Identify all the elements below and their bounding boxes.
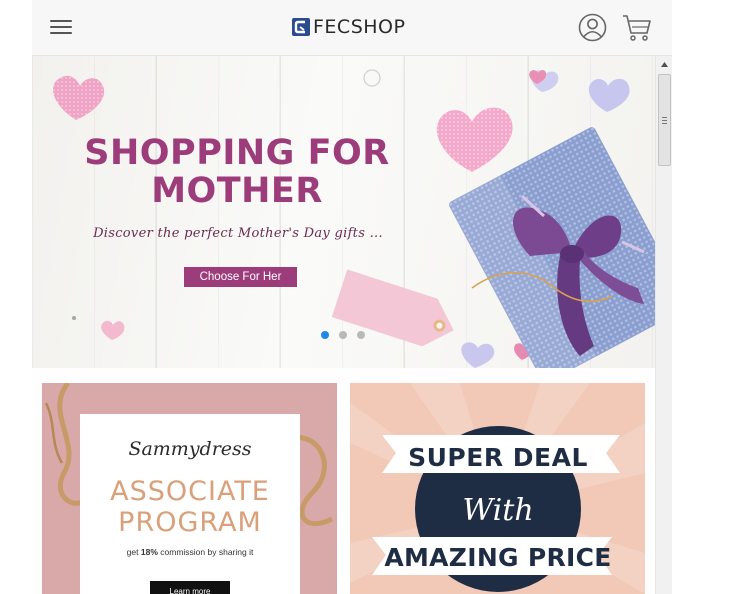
super-deal-text: SUPER DEAL	[408, 443, 588, 472]
home-content: SHOPPING FOR MOTHER Discover the perfect…	[32, 56, 655, 594]
slider-dot-2[interactable]	[339, 331, 347, 339]
associate-card: Sammydress ASSOCIATE PROGRAM get 18% com…	[80, 414, 300, 594]
logo-mark-icon	[292, 18, 310, 36]
scrollbar-grip-icon	[662, 117, 667, 126]
headline-line2: PROGRAM	[118, 507, 262, 538]
hero-title-line1: SHOPPING FOR	[84, 133, 390, 173]
commission-text: get 18% commission by sharing it	[80, 547, 300, 557]
associate-program-headline: ASSOCIATE PROGRAM	[80, 476, 300, 538]
hamburger-menu-icon[interactable]	[50, 20, 72, 36]
shopping-cart-icon[interactable]	[622, 13, 652, 43]
page: FECSHOP SHOPPING FOR MOTHER Discover the…	[0, 0, 747, 594]
mobile-shop-frame: FECSHOP SHOPPING FOR MOTHER Discover the…	[32, 0, 672, 594]
vertical-scrollbar[interactable]	[655, 56, 672, 594]
slider-dot-3[interactable]	[357, 331, 365, 339]
hero-decoration-image	[53, 56, 655, 368]
hero-title: SHOPPING FOR MOTHER	[72, 134, 402, 210]
logo-text: FECSHOP	[313, 16, 406, 38]
slider-dots	[321, 331, 375, 339]
learn-more-button[interactable]: Learn more	[150, 581, 230, 594]
scrollbar-thumb[interactable]	[658, 74, 671, 166]
user-account-icon[interactable]	[578, 13, 607, 42]
hero-subtitle: Discover the perfect Mother's Day gifts …	[93, 226, 383, 241]
slider-dot-1[interactable]	[321, 331, 329, 339]
scroll-up-arrow-icon[interactable]	[656, 56, 672, 73]
associate-program-banner[interactable]: Sammydress ASSOCIATE PROGRAM get 18% com…	[42, 383, 337, 594]
headline-line1: ASSOCIATE	[110, 476, 270, 507]
amazing-price-text: AMAZING PRICE	[384, 543, 612, 572]
super-deal-banner[interactable]: SUPER DEAL With AMAZING PRICE	[350, 383, 645, 594]
with-text: With	[462, 493, 534, 528]
page-viewport[interactable]: SHOPPING FOR MOTHER Discover the perfect…	[32, 56, 672, 594]
hero-banner-slide[interactable]: SHOPPING FOR MOTHER Discover the perfect…	[32, 56, 655, 368]
sammydress-brand: Sammydress	[128, 438, 252, 460]
hero-title-line2: MOTHER	[151, 171, 323, 211]
top-header: FECSHOP	[32, 0, 672, 56]
commission-prefix: get	[126, 547, 139, 557]
site-logo[interactable]: FECSHOP	[292, 16, 405, 38]
commission-value: 18%	[140, 547, 158, 557]
commission-suffix: commission by sharing it	[160, 547, 254, 557]
choose-for-her-button[interactable]: Choose For Her	[184, 267, 297, 287]
